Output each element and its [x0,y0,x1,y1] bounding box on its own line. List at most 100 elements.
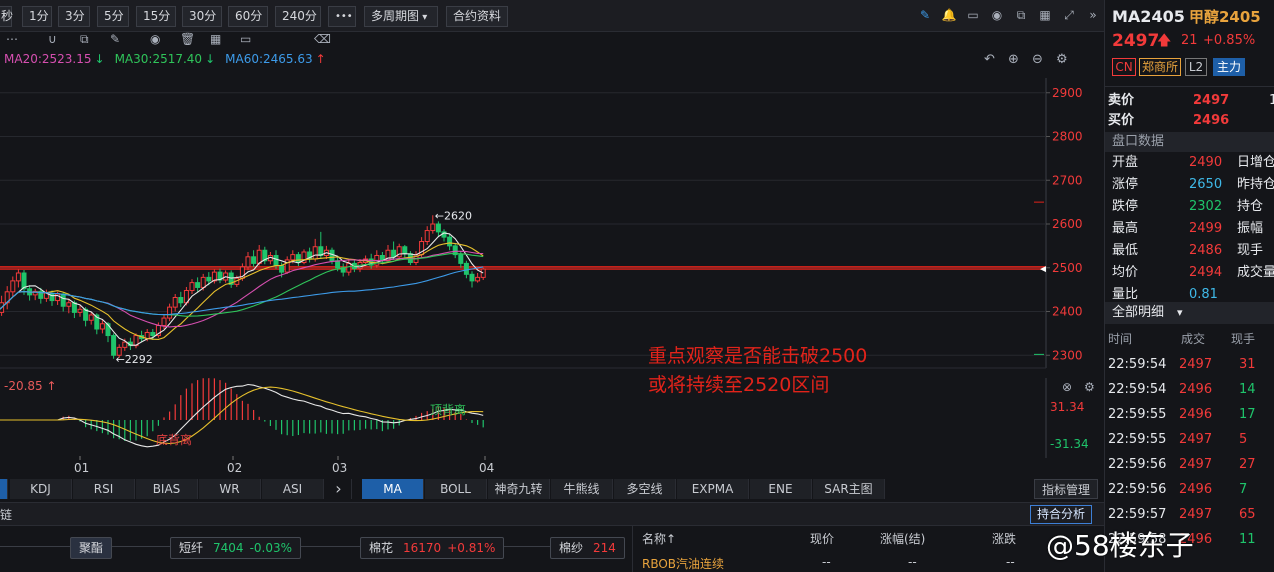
ask-volume: 1 [1269,93,1274,108]
chain-node-name: 棉花 [369,541,394,555]
multi-period-label: 多周期图 [371,9,420,23]
indicator-tab-left-0[interactable]: KDJ [10,479,72,499]
candle [43,289,49,302]
chevron-right-icon[interactable]: › [326,479,352,499]
period-toolbar: 秒 1分 3分 5分 15分 30分 60分 240分 ••• 多周期图 ▾ 合约资料 ✎ 🔔 ▭ ◉ ⧉ ▦ ⤢… [0,0,1104,32]
indicator-manage-button[interactable]: 指标管理 [1034,479,1098,499]
candle-body [21,272,27,290]
price-chart[interactable]: 2900 2800 2700 2600 2500 2400 2300 ←2620 ←2292 31… [0,48,1104,480]
indicator-tab-right-6[interactable]: ENE [750,479,812,499]
erase-icon[interactable]: ⌫ [314,32,331,46]
candle-body [424,230,430,242]
expand-icon[interactable]: ⤢ [1060,6,1078,24]
list-header-cell[interactable]: 涨跌 [992,530,1016,547]
trades-title[interactable]: 全部明细 [1112,302,1164,324]
candle [15,269,21,288]
stat-extra-label: 持仓 [1237,199,1264,214]
y-tick-label: 2300 [1052,348,1083,362]
eye-icon[interactable]: ◉ [150,32,160,46]
candle-body [463,262,469,275]
copy-icon[interactable]: ⧉ [80,32,89,47]
trade-price: 2496 [1179,482,1213,497]
price-up-arrow-icon: 🡅 [1157,33,1172,49]
bottom-toolbar: 链 持合分析 [0,502,1104,526]
y-tick-label: 2700 [1052,173,1083,187]
candle-body [346,262,352,273]
period-button-7[interactable]: 240分 [275,6,321,27]
indicator-tab-right-7[interactable]: SAR主图 [813,479,885,499]
chevron-down-icon[interactable]: ▾ [1177,302,1183,324]
layout-icon[interactable]: ▦ [210,32,221,46]
chain-node-change: -0.03% [249,541,293,555]
candle-body [329,249,335,262]
camera-icon[interactable]: ◉ [988,6,1006,24]
stat-label: 跌停 [1112,199,1139,214]
candle-body [167,306,173,319]
candle-body [251,256,257,264]
pen-icon[interactable]: ✎ [110,32,120,46]
trade-time: 22:59:54 [1108,382,1167,397]
more-icon[interactable]: ⋯ [6,32,18,46]
period-button-0[interactable]: 秒 [0,6,13,27]
list-header-cell[interactable]: 现价 [810,530,834,547]
candle-body [172,297,178,308]
stat-label: 最高 [1112,221,1139,236]
candle [424,226,430,245]
position-analysis-button[interactable]: 持合分析 [1030,505,1093,524]
candle [178,291,184,308]
contract-info-button[interactable]: 合约资料 [446,6,508,27]
indicator-tab-left-4[interactable]: ASI [262,479,324,499]
trade-time: 22:59:55 [1108,432,1167,447]
zoom-in-icon[interactable]: ⊕ [1008,52,1019,67]
sub-settings-icon[interactable]: ⚙ [1084,380,1095,394]
trade-price: 2497 [1179,357,1213,372]
list-row-name[interactable]: RBOB汽油连续 [642,555,724,572]
sub-close-icon[interactable]: ⊗ [1062,380,1072,394]
indicator-tab-right-4[interactable]: 多空线 [614,479,676,499]
chain-node[interactable]: 短纤 7404 -0.03% [170,537,302,559]
list-divider [632,526,633,572]
period-button-1[interactable]: 1分 [22,6,52,27]
chain-node[interactable]: 棉纱 214 [550,537,625,559]
indicator-tab-left-2[interactable]: BIAS [136,479,198,499]
list-header-cell[interactable]: 涨幅(结) [880,530,925,547]
zoom-out-icon[interactable]: ⊖ [1032,52,1043,67]
indicator-tab-right-5[interactable]: EXPMA [677,479,749,499]
period-button-6[interactable]: 60分 [228,6,268,27]
window-icon[interactable]: ⧉ [1012,6,1030,24]
indicator-tab-right-2[interactable]: 神奇九转 [488,479,550,499]
comment-icon[interactable]: ▭ [240,32,251,46]
chevrons-right-icon[interactable]: » [1084,6,1102,24]
indicator-tab-left-1[interactable]: RSI [73,479,135,499]
magnet-icon[interactable]: ∪ [48,32,57,46]
tab-scroll-left[interactable] [0,479,8,499]
indicator-tab-right-1[interactable]: BOLL [425,479,487,499]
trash-icon[interactable]: 🗑 [180,32,195,46]
period-button-5[interactable]: 30分 [182,6,222,27]
settings-icon[interactable]: ⚙ [1056,52,1068,67]
chain-node[interactable]: 棉花 16170 +0.81% [360,537,505,559]
candle [396,243,402,259]
indicator-tab-left-3[interactable]: WR [199,479,261,499]
candle-body [430,223,436,232]
contract-tag: 主力 [1213,58,1245,76]
clipboard-icon[interactable]: ▭ [964,6,982,24]
period-button-2[interactable]: 3分 [58,6,90,27]
pencil-icon[interactable]: ✎ [916,6,934,24]
period-button-4[interactable]: 15分 [136,6,176,27]
annotation-line-2: 或将持续至2520区间 [648,374,830,396]
period-button-3[interactable]: 5分 [97,6,129,27]
list-header-cell[interactable]: 名称↑ [642,530,676,547]
annotation-line-1: 重点观察是否能击破2500 [648,345,868,367]
indicator-tab-right-0[interactable]: MA [362,479,424,499]
more-periods-button[interactable]: ••• [328,6,356,27]
chain-node[interactable]: 聚酯 [70,537,113,559]
bid-price: 2496 [1193,113,1230,128]
multi-period-dropdown[interactable]: 多周期图 ▾ [364,6,438,27]
bell-icon[interactable]: 🔔 [940,6,958,24]
grid-icon[interactable]: ▦ [1036,6,1054,24]
indicator-tab-right-3[interactable]: 牛熊线 [551,479,613,499]
undo-icon[interactable]: ↶ [984,52,995,67]
trade-time: 22:59:56 [1108,457,1167,472]
chain-node-price: 16170 [403,541,442,555]
